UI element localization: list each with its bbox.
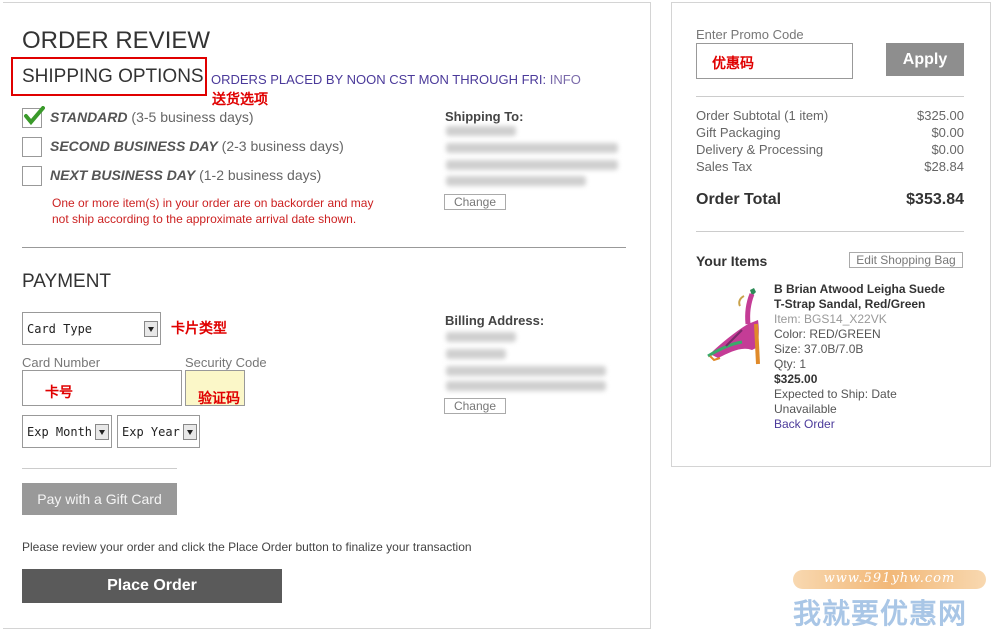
summary-divider-top [696,96,964,97]
second-day-shipping-label: SECOND BUSINESS DAY (2-3 business days) [50,138,344,154]
chevron-down-icon [95,423,109,440]
backorder-warning-line1: One or more item(s) in your order are on… [52,196,374,210]
security-code-label: Security Code [185,355,267,370]
standard-shipping-name: STANDARD [50,109,128,125]
next-day-shipping-checkbox[interactable] [22,166,42,186]
back-order-link[interactable]: Back Order [774,417,835,431]
card-number-annotation: 卡号 [45,385,73,401]
order-review-panel-top [3,2,650,3]
billing-address-redacted [446,381,606,391]
item-color: Color: RED/GREEN [774,327,881,341]
standard-shipping-label: STANDARD (3-5 business days) [50,109,254,125]
summary-row-label: Gift Packaging [696,125,781,140]
exp-year-value: Exp Year [122,424,180,439]
apply-button[interactable]: Apply [886,43,964,76]
summary-row-label: Order Subtotal (1 item) [696,108,829,123]
item-qty: Qty: 1 [774,357,807,371]
change-billing-button[interactable]: Change [444,398,506,414]
order-total-value: $353.84 [906,191,964,208]
shipping-notice-text: ORDERS PLACED BY NOON CST MON THROUGH FR… [211,72,547,87]
security-code-annotation: 验证码 [198,391,240,407]
summary-row-value: $0.00 [931,125,964,140]
standard-shipping-detail: (3-5 business days) [131,109,254,125]
chevron-down-icon [144,320,158,337]
item-ship-status-line2: Unavailable [774,402,837,416]
second-day-shipping-checkbox[interactable] [22,137,42,157]
standard-shipping-checkbox[interactable] [22,106,45,128]
payment-title: PAYMENT [22,271,112,292]
exp-month-value: Exp Month [27,424,93,439]
item-price: $325.00 [774,372,818,386]
billing-address-redacted [446,332,516,342]
second-day-shipping-name: SECOND BUSINESS DAY [50,138,218,154]
billing-address-redacted [446,366,606,376]
shipping-options-title: SHIPPING OPTIONS [22,66,204,87]
card-type-select[interactable]: Card Type [22,312,161,345]
promo-code-annotation: 优惠码 [712,56,754,72]
summary-row-label: Delivery & Processing [696,142,824,157]
item-size: Size: 37.0B/7.0B [774,342,864,356]
chevron-down-icon [183,423,197,440]
shipping-address-redacted [446,176,586,186]
shipping-annotation: 送货选项 [212,92,268,108]
shipping-notice: ORDERS PLACED BY NOON CST MON THROUGH FR… [211,72,581,87]
watermark-text: 我就要优惠网 [793,597,968,630]
shipping-address-redacted [446,143,618,153]
gift-card-button[interactable]: Pay with a Gift Card [22,483,177,515]
card-type-value: Card Type [27,321,93,336]
next-day-shipping-name: NEXT BUSINESS DAY [50,167,196,183]
page-title: ORDER REVIEW [22,27,211,54]
billing-address-label: Billing Address: [445,313,545,328]
edit-shopping-bag-button[interactable]: Edit Shopping Bag [849,252,963,268]
card-type-annotation: 卡片类型 [171,321,227,337]
billing-address-redacted [446,349,506,359]
summary-row-value: $325.00 [917,108,964,123]
watermark-url: www.591yhw.com [823,571,956,586]
gift-card-divider [22,468,177,469]
shipping-to-label: Shipping To: [445,109,524,124]
product-image[interactable] [700,284,770,368]
item-ship-status: Expected to Ship: Date [774,387,897,401]
checkmark-icon [24,106,45,126]
exp-month-select[interactable]: Exp Month [22,415,112,448]
order-total-label: Order Total [696,191,782,208]
summary-row-value: $0.00 [931,142,964,157]
your-items-label: Your Items [696,253,768,269]
shipping-info-link[interactable]: INFO [550,72,581,87]
promo-code-label: Enter Promo Code [696,27,804,42]
change-shipping-button[interactable]: Change [444,194,506,210]
section-divider [22,247,626,248]
summary-divider-bottom [696,231,964,232]
place-order-button[interactable]: Place Order [22,569,282,603]
next-day-shipping-label: NEXT BUSINESS DAY (1-2 business days) [50,167,321,183]
shipping-address-redacted [446,160,618,170]
item-name: B Brian Atwood Leigha Suede [774,282,945,296]
summary-row-value: $28.84 [924,159,964,174]
shipping-address-redacted [446,126,516,136]
item-name-line2: T-Strap Sandal, Red/Green [774,297,926,311]
summary-row-label: Sales Tax [696,159,753,174]
second-day-shipping-detail: (2-3 business days) [221,138,344,154]
exp-year-select[interactable]: Exp Year [117,415,200,448]
next-day-shipping-detail: (1-2 business days) [199,167,322,183]
item-number: Item: BGS14_X22VK [774,312,887,326]
backorder-warning-line2: not ship according to the approximate ar… [52,212,357,226]
review-note: Please review your order and click the P… [22,540,472,554]
card-number-label: Card Number [22,355,101,370]
